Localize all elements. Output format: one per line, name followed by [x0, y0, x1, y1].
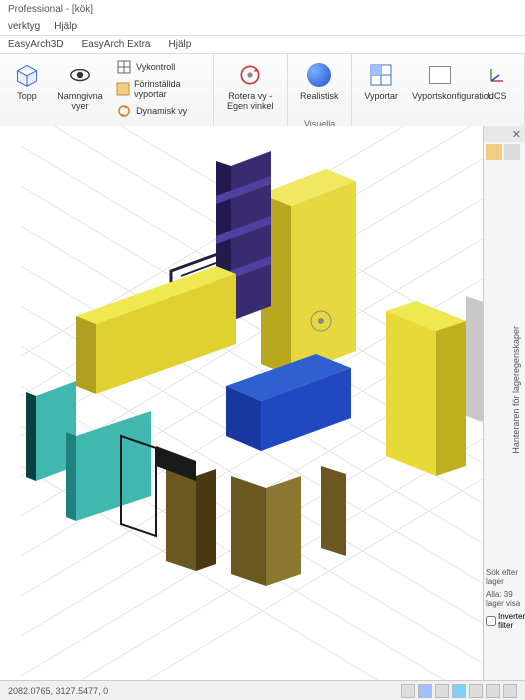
panel-vertical-title: Hanteraren för lageregenskaper — [511, 326, 521, 454]
btn-preset-vyport[interactable]: Förinställda vyportar — [114, 78, 205, 100]
preset-icon — [116, 81, 130, 97]
status-icon-7[interactable] — [503, 684, 517, 698]
panel-tab-2[interactable] — [504, 144, 520, 160]
model-brown-door-1 — [166, 466, 216, 571]
dynamic-icon — [116, 103, 132, 119]
sphere-icon — [304, 60, 334, 90]
status-icon-2[interactable] — [418, 684, 432, 698]
btn-namngivna[interactable]: Namngivna vyer — [52, 58, 108, 114]
btn-ucs[interactable]: UCS — [478, 58, 516, 104]
model-yellow-right-panel — [386, 301, 466, 476]
btn-vykontroll[interactable]: Vykontroll — [114, 58, 205, 76]
status-icon-6[interactable] — [486, 684, 500, 698]
grid-small-icon — [116, 59, 132, 75]
eye-icon — [65, 60, 95, 90]
btn-vyportkonfig[interactable]: Vyportskonfiguration — [408, 58, 472, 104]
layer-panel: ✕ Hanteraren för lageregenskaper Sök eft… — [483, 126, 525, 680]
btn-topp-label: Topp — [17, 92, 37, 102]
tab-hjalp2[interactable]: Hjälp — [169, 39, 192, 50]
ucs-icon — [482, 60, 512, 90]
title-bar: Professional - [kök] — [0, 0, 525, 18]
status-bar: 2082.0765, 3127.5477, 0 — [0, 680, 525, 700]
viewport-config-icon — [425, 60, 455, 90]
close-icon[interactable]: ✕ — [512, 128, 521, 141]
btn-rotera-label: Rotera vy - Egen vinkel — [226, 92, 275, 112]
status-icon-3[interactable] — [435, 684, 449, 698]
btn-vyportar-label: Vyportar — [364, 92, 398, 102]
tab-easyarch-extra[interactable]: EasyArch Extra — [82, 39, 151, 50]
btn-namngivna-label: Namngivna vyer — [56, 92, 104, 112]
btn-realistisk-label: Realistisk — [300, 92, 339, 102]
rotate-icon — [235, 60, 265, 90]
invert-filter-check[interactable]: Invertera filter — [486, 612, 523, 630]
menu-verktyg[interactable]: verktyg — [8, 21, 40, 32]
btn-rotera[interactable]: Rotera vy - Egen vinkel — [222, 58, 279, 114]
model-brown-door-2 — [231, 476, 301, 586]
status-icon-1[interactable] — [401, 684, 415, 698]
model-yellow-tall-cabinet — [261, 169, 356, 376]
model-teal-panel-2 — [66, 411, 151, 521]
btn-preset-label: Förinställda vyportar — [134, 79, 203, 99]
menu-bar: verktyg Hjälp — [0, 18, 525, 36]
title-text: Professional - [kök] — [8, 4, 93, 15]
invert-filter-checkbox[interactable] — [486, 616, 496, 626]
btn-dynamisk[interactable]: Dynamisk vy — [114, 102, 205, 120]
cube-icon — [12, 60, 42, 90]
status-icon-5[interactable] — [469, 684, 483, 698]
model-yellow-counter — [76, 266, 236, 394]
btn-vyportkonfig-label: Vyportskonfiguration — [412, 92, 468, 102]
status-icon-tray — [401, 684, 517, 698]
model-brown-door-3 — [321, 466, 346, 556]
tab-bar: EasyArch3D EasyArch Extra Hjälp — [0, 36, 525, 54]
btn-vykontroll-label: Vykontroll — [136, 62, 175, 72]
viewport-grid-icon — [366, 60, 396, 90]
viewport-canvas — [0, 126, 525, 680]
status-icon-4[interactable] — [452, 684, 466, 698]
tab-easyarch3d[interactable]: EasyArch3D — [8, 39, 64, 50]
panel-tab-1[interactable] — [486, 144, 502, 160]
btn-vyportar[interactable]: Vyportar — [360, 58, 402, 104]
model-blue-table — [226, 354, 351, 451]
status-coordinates: 2082.0765, 3127.5477, 0 — [8, 686, 401, 696]
search-layer-label: Sök efter lager — [486, 568, 523, 586]
menu-hjalp[interactable]: Hjälp — [54, 21, 77, 32]
viewport-3d[interactable] — [0, 126, 525, 680]
btn-dynamisk-label: Dynamisk vy — [136, 106, 187, 116]
layer-count-text: Alla: 39 lager visa — [486, 590, 523, 608]
btn-ucs-label: UCS — [487, 92, 506, 102]
btn-realistisk[interactable]: Realistisk — [296, 58, 343, 104]
btn-topp[interactable]: Topp — [8, 58, 46, 104]
invert-filter-label: Invertera filter — [498, 612, 525, 630]
